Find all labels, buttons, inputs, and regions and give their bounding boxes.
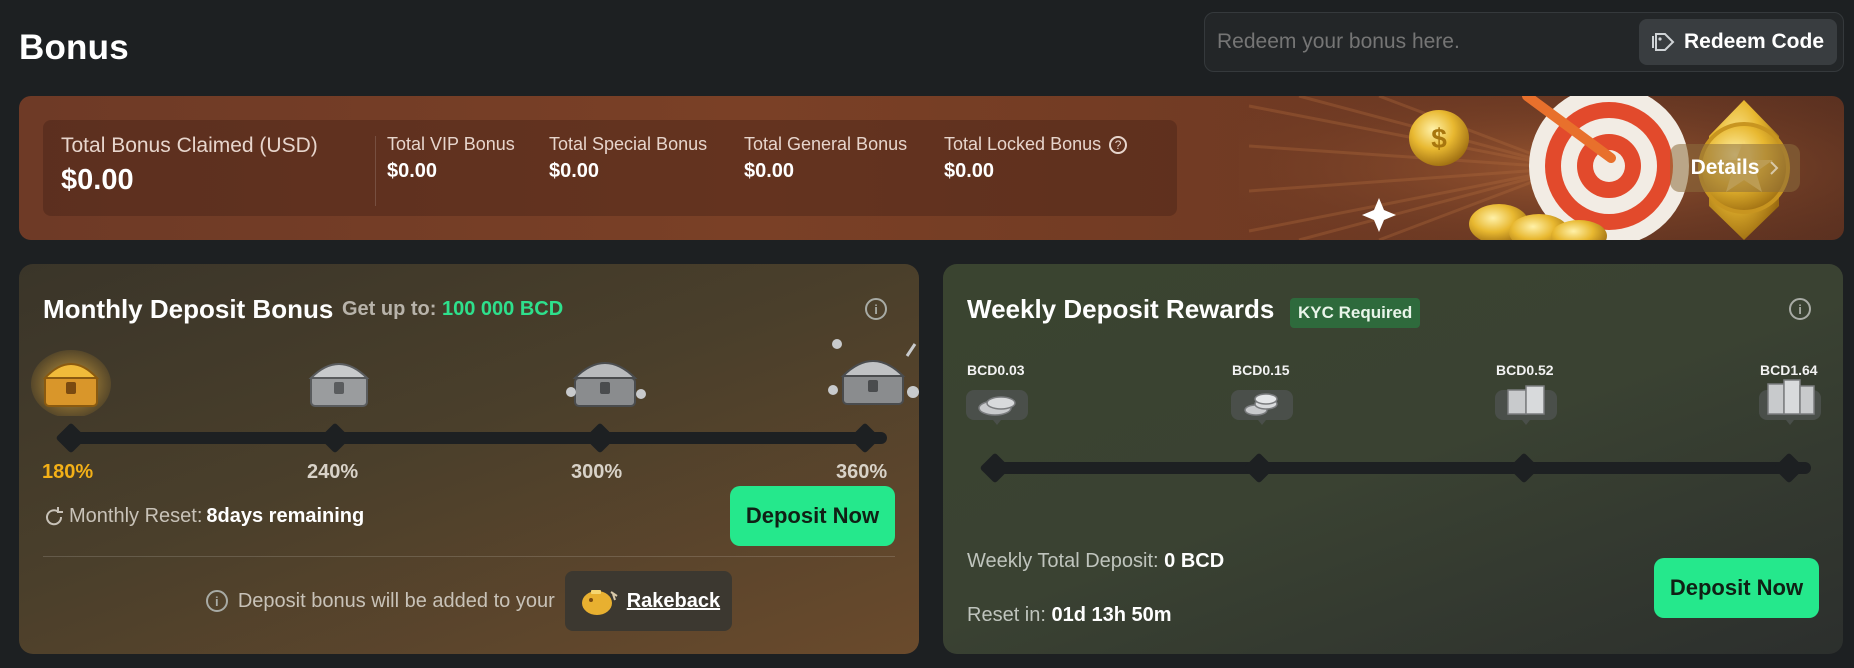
- silver-chest-icon: [308, 363, 370, 407]
- getup-prefix: Get up to:: [342, 298, 437, 320]
- redeem-code-button[interactable]: Redeem Code: [1639, 19, 1837, 65]
- weekly-reset: Reset in: 01d 13h 50m: [967, 604, 1172, 627]
- reward-marker: [979, 452, 1011, 484]
- coin-stack-medium-icon: [1495, 385, 1557, 425]
- weekly-reset-label: Reset in:: [967, 604, 1046, 626]
- weekly-deposit-rewards-card: Weekly Deposit Rewards KYC Required i BC…: [943, 264, 1843, 654]
- vip-bonus-value: $0.00: [387, 160, 438, 182]
- locked-bonus-stat: Total Locked Bonus ? $0.00: [944, 134, 1128, 183]
- vip-bonus-label: Total VIP Bonus: [387, 134, 515, 154]
- general-bonus-value: $0.00: [744, 160, 795, 182]
- monthly-reset-value: 8days remaining: [206, 505, 365, 527]
- locked-bonus-label: Total Locked Bonus: [944, 134, 1102, 154]
- special-bonus-label: Total Special Bonus: [549, 134, 708, 154]
- special-bonus-stat: Total Special Bonus $0.00: [549, 134, 707, 183]
- svg-text:$: $: [1431, 123, 1447, 154]
- locked-bonus-label-row: Total Locked Bonus ?: [944, 134, 1128, 155]
- reward-amount: BCD0.15: [1232, 362, 1290, 378]
- tier-percent-240: 240%: [307, 461, 359, 483]
- monthly-info-icon[interactable]: i: [865, 298, 887, 320]
- rakeback-note-text: Deposit bonus will be added to your: [237, 589, 555, 612]
- weekly-total-value: 0 BCD: [1164, 550, 1225, 572]
- rakeback-link[interactable]: Rakeback: [627, 590, 720, 613]
- bonus-stats-panel: Total Bonus Claimed (USD) $0.00 Total VI…: [43, 120, 1177, 216]
- general-bonus-stat: Total General Bonus $0.00: [744, 134, 907, 183]
- help-icon[interactable]: ?: [1109, 135, 1128, 154]
- tier-percent-300: 300%: [571, 461, 623, 483]
- monthly-reset-line: Monthly Reset: 8days remaining: [43, 505, 364, 528]
- monthly-deposit-now-button[interactable]: Deposit Now: [730, 486, 895, 546]
- tier-marker: [849, 422, 881, 454]
- tag-icon: [1651, 33, 1675, 51]
- details-label: Details: [1690, 156, 1760, 179]
- monthly-title: Monthly Deposit Bonus: [43, 294, 334, 324]
- reward-amount: BCD0.52: [1496, 362, 1554, 378]
- rakeback-pill: Rakeback: [564, 571, 733, 631]
- coin-stack-large-icon: [1759, 379, 1821, 425]
- bonus-summary-banner: Total Bonus Claimed (USD) $0.00 Total VI…: [19, 96, 1844, 240]
- monthly-progress-track: [63, 432, 887, 444]
- reward-marker: [1508, 452, 1540, 484]
- vip-bonus-stat: Total VIP Bonus $0.00: [387, 134, 515, 183]
- weekly-total-label: Weekly Total Deposit:: [967, 550, 1159, 572]
- monthly-getup: Get up to: 100 000 BCD: [342, 298, 563, 321]
- tier-percent-180: 180%: [42, 461, 94, 483]
- monthly-deposit-bonus-card: Monthly Deposit Bonus Get up to: 100 000…: [19, 264, 919, 654]
- total-claimed-label: Total Bonus Claimed (USD): [61, 134, 318, 157]
- note-info-icon: i: [205, 590, 228, 612]
- reward-amount: BCD0.03: [967, 362, 1025, 378]
- tier-marker: [584, 422, 616, 454]
- weekly-title: Weekly Deposit Rewards: [967, 294, 1275, 324]
- silver-chest-burst-icon: [828, 339, 919, 405]
- tier-marker: [55, 422, 87, 454]
- general-bonus-label: Total General Bonus: [744, 134, 908, 154]
- piggy-bank-icon: [581, 590, 618, 615]
- chevron-right-icon: [1770, 161, 1779, 175]
- total-claimed-value: $0.00: [61, 164, 134, 196]
- reward-marker: [1243, 452, 1275, 484]
- redeem-code-input[interactable]: [1217, 23, 1637, 61]
- weekly-reset-value: 01d 13h 50m: [1051, 604, 1172, 626]
- rakeback-note: i Deposit bonus will be added to your Ra…: [19, 570, 919, 632]
- weekly-deposit-now-button[interactable]: Deposit Now: [1654, 558, 1819, 618]
- weekly-progress-track: [987, 462, 1811, 474]
- page-title: Bonus: [19, 28, 129, 67]
- stat-divider: [375, 136, 376, 206]
- weekly-info-icon[interactable]: i: [1789, 298, 1811, 320]
- coin-stack-small-icon: [1231, 390, 1293, 425]
- gold-chest-icon: [31, 350, 111, 416]
- details-button[interactable]: Details: [1670, 144, 1800, 192]
- total-claimed-stat: Total Bonus Claimed (USD) $0.00: [61, 134, 318, 197]
- redeem-code-label: Redeem Code: [1683, 30, 1825, 53]
- tier-marker: [319, 422, 351, 454]
- tier-percent-360: 360%: [836, 461, 888, 483]
- getup-value: 100 000 BCD: [442, 298, 564, 320]
- monthly-reset-label: Monthly Reset:: [69, 505, 203, 527]
- reward-amount: BCD1.64: [1760, 362, 1818, 378]
- silver-chest-open-icon: [566, 362, 646, 407]
- special-bonus-value: $0.00: [549, 160, 600, 182]
- refresh-icon: [46, 506, 63, 525]
- weekly-total-deposit: Weekly Total Deposit: 0 BCD: [967, 550, 1224, 573]
- coin-pile-icon: [966, 390, 1028, 425]
- locked-bonus-value: $0.00: [944, 160, 995, 182]
- reward-marker: [1773, 452, 1805, 484]
- kyc-required-badge: KYC Required: [1290, 298, 1421, 328]
- redeem-box: Redeem Code: [1204, 12, 1844, 72]
- card-divider: [43, 556, 895, 557]
